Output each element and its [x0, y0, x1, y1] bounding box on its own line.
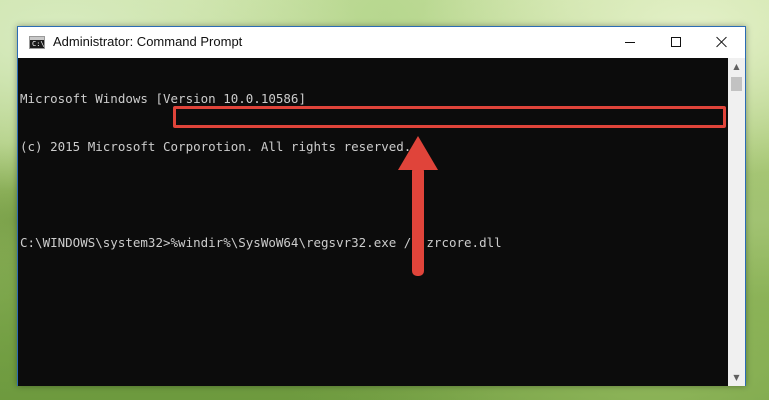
arrow-shaft	[412, 166, 424, 276]
console-output[interactable]: Microsoft Windows [Version 10.0.10586] (…	[18, 58, 728, 386]
command-text[interactable]: %windir%\SysWoW64\regsvr32.exe /u zrcore…	[171, 235, 502, 251]
minimize-button[interactable]	[607, 27, 653, 57]
close-icon	[716, 36, 728, 48]
cmd-app-icon: C:\	[29, 36, 45, 49]
title-bar[interactable]: C:\ Administrator: Command Prompt	[18, 27, 745, 58]
scroll-up-arrow-icon[interactable]: ▲	[728, 58, 745, 75]
command-line[interactable]: C:\WINDOWS\system32> %windir%\SysWoW64\re…	[20, 235, 728, 251]
scroll-thumb[interactable]	[731, 77, 742, 91]
maximize-button[interactable]	[653, 27, 699, 57]
maximize-icon	[671, 37, 681, 47]
prompt-text: C:\WINDOWS\system32>	[20, 235, 171, 250]
arrow-head	[398, 136, 438, 170]
command-highlight-box	[173, 106, 726, 128]
cmd-app-icon-text: C:\	[32, 40, 45, 48]
window-title: Administrator: Command Prompt	[53, 34, 243, 49]
command-prompt-window: C:\ Administrator: Command Prompt Micros…	[17, 26, 746, 386]
vertical-scrollbar[interactable]: ▲ ▼	[728, 58, 745, 386]
scroll-down-arrow-icon[interactable]: ▼	[728, 369, 745, 386]
console-line-copyright: (c) 2015 Microsoft Corporotion. All righ…	[20, 139, 412, 154]
console-line-version: Microsoft Windows [Version 10.0.10586]	[20, 91, 306, 106]
arrow-up-icon	[398, 136, 438, 276]
minimize-icon	[625, 41, 635, 43]
close-button[interactable]	[699, 27, 745, 57]
